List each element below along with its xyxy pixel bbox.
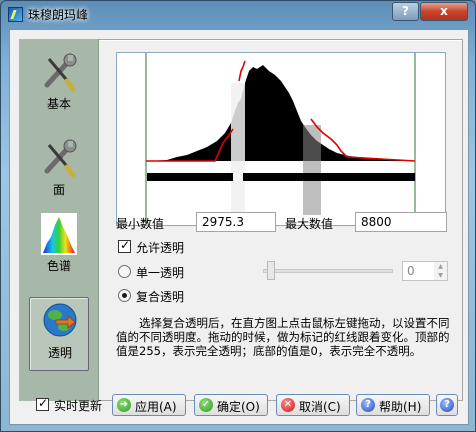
max-value-label: 最大数值 <box>285 217 334 231</box>
transparency-slider-track <box>263 269 393 273</box>
min-value-label: 最小数值 <box>116 217 165 231</box>
single-transparency-label: 单一透明 <box>136 266 185 280</box>
nav-item-basic[interactable]: 基本 <box>29 49 89 123</box>
cancel-button[interactable]: ✕ 取消(C) <box>276 394 350 416</box>
composite-transparency-label: 复合透明 <box>136 290 185 304</box>
realtime-update-label: 实时更新 <box>54 399 103 413</box>
histogram-canvas[interactable] <box>117 53 445 225</box>
globe-arrow-icon <box>43 303 77 337</box>
realtime-update-checkbox[interactable] <box>36 396 49 411</box>
wrench-screwdriver-icon <box>44 53 77 92</box>
transparency-slider[interactable] <box>267 261 275 280</box>
cancel-x-icon: ✕ <box>281 398 295 412</box>
transparency-spinbox[interactable]: 0 ▲ ▼ <box>402 261 448 281</box>
spin-up-arrow-icon[interactable]: ▲ <box>434 262 447 271</box>
close-button[interactable]: x <box>420 2 468 21</box>
spinbox-value: 0 <box>407 264 415 278</box>
nav-item-label: 基本 <box>46 97 71 111</box>
nav-item-label: 透明 <box>47 346 72 360</box>
apply-icon: ➜ <box>117 398 131 412</box>
ok-button[interactable]: ✓ 确定(O) <box>194 394 268 416</box>
allow-transparency-checkbox[interactable] <box>118 238 131 253</box>
context-help-button[interactable]: ? <box>436 394 458 416</box>
spin-down-arrow-icon[interactable]: ▼ <box>434 271 447 280</box>
checkmark-icon: ✓ <box>199 398 213 412</box>
window-title: 珠穆朗玛峰 <box>28 8 89 22</box>
nav-item-label: 色谱 <box>46 259 71 273</box>
dialog-window: 珠穆朗玛峰 ? x 基本 面 色谱 透明 最小数值 2975.3 最大数值 88… <box>0 0 476 432</box>
composite-description: 选择复合透明后，在直方图上点击鼠标左键拖动，以设置不同值的不同透明度。拖动的时候… <box>116 316 450 358</box>
single-transparency-radio[interactable] <box>118 265 131 278</box>
color-spectrum-icon <box>41 213 77 255</box>
question-icon: ? <box>440 398 454 412</box>
wrench-screwdriver-icon <box>44 139 77 178</box>
min-value-input[interactable]: 2975.3 <box>196 212 276 232</box>
allow-transparency-label: 允许透明 <box>136 241 185 255</box>
help-icon: ? <box>361 398 375 412</box>
apply-button[interactable]: ➜ 应用(A) <box>112 394 186 416</box>
transparency-histogram[interactable] <box>116 52 446 226</box>
help-button[interactable]: ? 帮助(H) <box>356 394 430 416</box>
dialog-client: 基本 面 色谱 透明 最小数值 2975.3 最大数值 8800 ✓ 允许透明 … <box>9 29 469 425</box>
title-bar[interactable]: 珠穆朗玛峰 ? x <box>1 1 476 27</box>
nav-item-colormap[interactable]: 色谱 <box>29 211 89 285</box>
app-icon <box>8 7 23 22</box>
sidebar-nav: 基本 面 色谱 透明 <box>19 39 99 401</box>
nav-item-surface[interactable]: 面 <box>29 135 89 209</box>
max-value-input[interactable]: 8800 <box>355 212 447 232</box>
nav-item-transparency[interactable]: 透明 <box>29 297 89 371</box>
nav-item-label: 面 <box>52 183 65 197</box>
composite-transparency-radio[interactable] <box>118 289 131 302</box>
help-title-button[interactable]: ? <box>392 2 419 21</box>
